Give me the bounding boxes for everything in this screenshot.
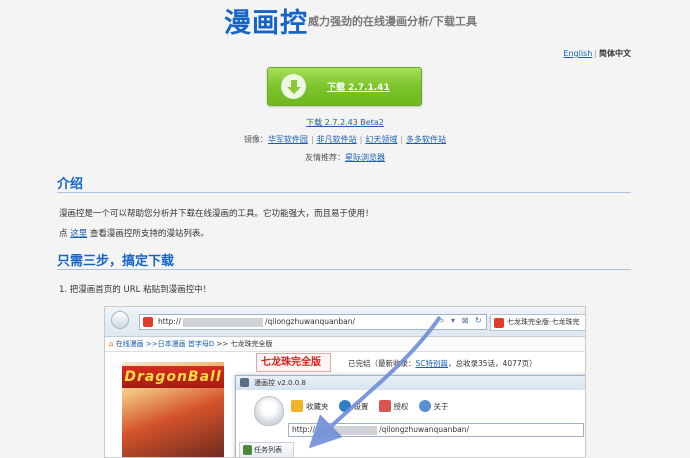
settings-label: 设置	[353, 401, 369, 411]
browser-url-suffix: /qilongzhuwanquanban/	[264, 317, 355, 326]
intro-description: 漫画控是一个可以帮助您分析并下载在线漫画的工具。它功能强大，而且易于使用！	[59, 209, 374, 219]
beta-download: 下载 2.7.2.43 Beta2	[0, 117, 690, 128]
about-button: 关于	[418, 400, 449, 412]
manga-title: 七龙珠完全版	[256, 353, 331, 372]
steps-heading: 只需三步，搞定下载	[57, 254, 175, 269]
task-list-label: 任务列表	[254, 446, 282, 454]
browser-url-prefix: http://	[158, 317, 181, 326]
settings-button: 设置	[338, 400, 369, 412]
app-titlebar: 漫画控 v2.0.0.8	[236, 376, 585, 390]
mirror-link-4[interactable]: 多多软件站	[406, 135, 446, 144]
language-switcher: English | 简体中文	[563, 48, 631, 59]
gear-icon	[338, 400, 351, 412]
friend-link[interactable]: 星际浏览器	[345, 153, 385, 162]
app-url-suffix: /qilongzhuwanquanban/	[378, 425, 469, 434]
lang-separator: |	[594, 49, 597, 58]
step-1-text: 1. 把漫画首页的 URL 粘贴到漫画控中！	[59, 285, 212, 295]
license-button: 授权	[378, 400, 409, 412]
tab-favicon-icon	[494, 318, 504, 328]
site-logo[interactable]: 漫画控	[224, 1, 308, 40]
mirror-link-2[interactable]: 非凡软件站	[317, 135, 357, 144]
step-1-screenshot: http:// /qilongzhuwanquanban/ ⌕ ▾ ⊠ ↻ ✕ 七…	[104, 306, 586, 458]
friends-prefix: 友情推荐：	[305, 153, 345, 162]
lang-current: 简体中文	[599, 49, 631, 58]
info-icon	[418, 400, 431, 412]
mirror-separator: |	[359, 135, 363, 144]
download-arrow-icon	[281, 74, 306, 99]
favorites-button: 收藏夹	[291, 400, 329, 412]
app-icon	[240, 378, 249, 387]
breadcrumb-home: 在线漫画	[115, 340, 144, 348]
supported-sites-link[interactable]: 这里	[70, 229, 87, 239]
status-text: 已完结（最新收录：	[348, 359, 416, 368]
favorites-label: 收藏夹	[306, 401, 329, 411]
site-header: 漫画控 威力强劲的在线漫画分析/下载工具	[0, 0, 690, 40]
app-mascot-icon	[254, 396, 284, 426]
url-blur	[182, 317, 263, 327]
friend-links: 友情推荐：星际浏览器	[0, 152, 690, 163]
breadcrumb-home-icon: ⌂	[109, 340, 114, 348]
supported-suffix: 查看漫画控所支持的漫站列表。	[87, 229, 209, 239]
license-label: 授权	[393, 401, 409, 411]
mirror-link-1[interactable]: 华军软件园	[268, 135, 308, 144]
steps-divider	[57, 269, 631, 270]
breadcrumb-sep: >>	[216, 340, 229, 348]
browser-tab: 七龙珠完全版-七龙珠完	[490, 314, 585, 331]
supported-prefix: 点	[59, 229, 71, 239]
browser-url-field: http:// /qilongzhuwanquanban/	[139, 314, 487, 330]
mirror-link-3[interactable]: 幻天领域	[365, 135, 397, 144]
manga-cover-image: DragonBall	[122, 362, 224, 457]
folder-star-icon	[291, 400, 303, 412]
browser-control-icons: ⌕ ▾ ⊠ ↻ ✕	[440, 316, 497, 325]
site-slogan: 威力强劲的在线漫画分析/下载工具	[308, 15, 478, 28]
app-window: 漫画控 v2.0.0.8 收藏夹 设置 授权 关于 http:// /qilong…	[235, 375, 585, 457]
breadcrumb-current: 七龙珠完全版	[230, 340, 273, 348]
lang-english-link[interactable]: English	[563, 49, 592, 58]
supported-sites-line: 点 这里 查看漫画控所支持的漫站列表。	[59, 227, 209, 239]
status-latest-link: SC特别篇	[415, 359, 449, 368]
breadcrumb-letter: 首字母D	[187, 340, 215, 348]
license-icon	[378, 400, 391, 412]
manga-status: 已完结（最新收录：SC特别篇，总收录35话，4077页）	[348, 358, 537, 369]
mirrors-prefix: 镜像：	[243, 135, 268, 144]
app-toolbar: 收藏夹 设置 授权 关于	[291, 398, 459, 414]
app-url-prefix: http://	[292, 425, 315, 434]
intro-divider	[57, 192, 631, 193]
download-label: 下载 2.7.1.41	[327, 83, 390, 93]
status-suffix: ，总收录35话，4077页）	[448, 359, 537, 368]
download-button[interactable]: 下载 2.7.1.41	[267, 67, 422, 106]
app-title: 漫画控 v2.0.0.8	[254, 379, 306, 387]
breadcrumb-japan: >>日本漫画	[145, 340, 186, 348]
site-favicon-icon	[143, 317, 153, 327]
page-breadcrumb: ⌂ 在线漫画 >>日本漫画 首字母D >> 七龙珠完全版	[105, 337, 585, 352]
about-label: 关于	[433, 401, 449, 411]
cover-title: DragonBall	[122, 366, 224, 388]
browser-address-bar: http:// /qilongzhuwanquanban/ ⌕ ▾ ⊠ ↻ ✕ 七…	[105, 307, 585, 337]
mirror-separator: |	[400, 135, 404, 144]
intro-heading: 介绍	[57, 177, 84, 192]
task-list-tab: 任务列表	[239, 442, 294, 457]
beta-download-link[interactable]: 下载 2.7.2.43 Beta2	[306, 118, 384, 127]
download-icon	[243, 445, 252, 455]
app-url-input: http:// /qilongzhuwanquanban/	[288, 423, 584, 437]
mirror-separator: |	[310, 135, 314, 144]
browser-tab-label: 七龙珠完全版-七龙珠完	[507, 318, 580, 326]
browser-back-icon	[111, 311, 129, 329]
app-url-blur	[316, 425, 377, 435]
mirror-links: 镜像：华军软件园 | 非凡软件站 | 幻天领域 | 多多软件站	[0, 134, 690, 145]
